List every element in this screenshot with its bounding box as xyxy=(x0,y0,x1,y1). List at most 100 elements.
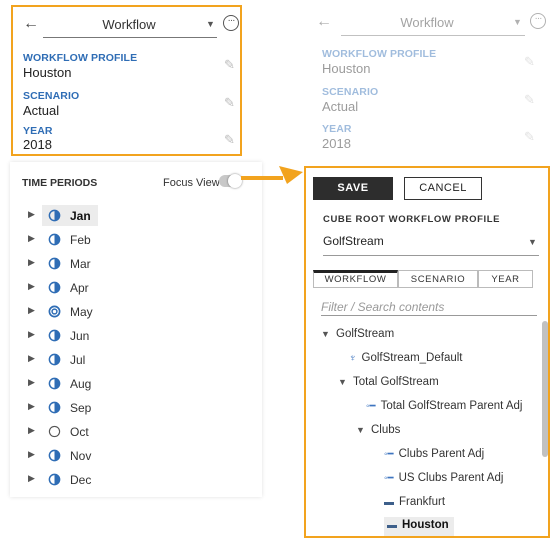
tree-item[interactable]: ◦━ US Clubs Parent Adj xyxy=(384,472,503,492)
expand-triangle-icon[interactable]: ▶ xyxy=(28,209,35,220)
focus-view-toggle[interactable] xyxy=(219,174,242,188)
expand-triangle-icon[interactable]: ▶ xyxy=(28,281,35,292)
tree-item[interactable]: ♆ GolfStream_Default xyxy=(349,352,463,372)
workflow-header: ← Workflow ▼ ··· xyxy=(23,13,239,39)
header-underline xyxy=(341,35,525,36)
expand-triangle-icon[interactable]: ▶ xyxy=(28,257,35,268)
month-row[interactable]: ▶ Jul xyxy=(10,350,262,372)
save-button[interactable]: SAVE xyxy=(313,177,393,200)
workflow-profile-label: WORKFLOW PROFILE xyxy=(23,52,138,64)
month-row[interactable]: ▶ Jun xyxy=(10,326,262,348)
status-half-complete-icon xyxy=(48,329,61,342)
year-label: YEAR xyxy=(322,123,352,135)
expanded-triangle-icon[interactable]: ▼ xyxy=(338,377,353,387)
status-half-complete-icon xyxy=(48,353,61,366)
expand-triangle-icon[interactable]: ▶ xyxy=(28,305,35,316)
tab-year[interactable]: YEAR xyxy=(478,270,533,288)
expand-triangle-icon[interactable]: ▶ xyxy=(28,353,35,364)
tree-item[interactable]: ▼ GolfStream xyxy=(321,328,394,348)
month-row[interactable]: ▶ Oct xyxy=(10,422,262,444)
tree-item[interactable]: ▼ Total GolfStream xyxy=(338,376,439,396)
tree-item-label: GolfStream xyxy=(336,328,395,340)
expand-triangle-icon[interactable]: ▶ xyxy=(28,401,35,412)
expand-triangle-icon[interactable]: ▶ xyxy=(28,449,35,460)
year-value: 2018 xyxy=(322,136,351,151)
select-underline xyxy=(323,255,539,256)
tab-scenario[interactable]: SCENARIO xyxy=(398,270,478,288)
tree-item[interactable]: ▬ Frankfurt xyxy=(384,496,445,516)
edit-pencil-icon[interactable]: ✎ xyxy=(224,132,235,148)
edit-pencil-icon[interactable]: ✎ xyxy=(224,57,235,73)
month-row[interactable]: ▶ Nov xyxy=(10,446,262,468)
adjustment-icon: ◦━ xyxy=(384,449,394,460)
status-in-process-icon xyxy=(48,305,61,318)
month-label: Jul xyxy=(70,353,86,367)
expand-triangle-icon[interactable]: ▶ xyxy=(28,473,35,484)
back-arrow-icon[interactable]: ← xyxy=(23,15,39,33)
more-options-icon[interactable]: ··· xyxy=(530,13,546,29)
chevron-down-icon[interactable]: ▼ xyxy=(528,237,537,247)
tree-item[interactable]: ▼ Clubs xyxy=(356,424,400,444)
month-label: Apr xyxy=(70,281,89,295)
adjustment-icon: ◦━ xyxy=(366,401,376,412)
month-row[interactable]: ▶ Dec xyxy=(10,470,262,492)
scenario-label: SCENARIO xyxy=(322,86,379,98)
edit-pencil-icon[interactable]: ✎ xyxy=(524,129,535,145)
workflow-header: ← Workflow ▼ ··· xyxy=(316,11,548,37)
status-half-complete-icon xyxy=(48,233,61,246)
cancel-button[interactable]: CANCEL xyxy=(404,177,482,200)
back-arrow-icon[interactable]: ← xyxy=(316,13,332,31)
chevron-down-icon[interactable]: ▼ xyxy=(513,17,522,27)
edit-pencil-icon[interactable]: ✎ xyxy=(524,92,535,108)
workflow-profile-label: WORKFLOW PROFILE xyxy=(322,48,437,60)
tree-item[interactable]: ◦━ Total GolfStream Parent Adj xyxy=(366,400,522,420)
cube-root-label: CUBE ROOT WORKFLOW PROFILE xyxy=(323,214,501,225)
cube-root-select[interactable]: GolfStream xyxy=(323,234,384,248)
expanded-triangle-icon[interactable]: ▼ xyxy=(321,329,336,339)
month-row[interactable]: ▶ Jan xyxy=(10,205,262,228)
tree-item-label: Total GolfStream Parent Adj xyxy=(380,400,523,412)
adjustment-icon: ◦━ xyxy=(384,473,394,484)
search-input[interactable] xyxy=(321,298,537,316)
toggle-knob[interactable] xyxy=(228,174,242,188)
chevron-down-icon[interactable]: ▼ xyxy=(206,19,215,29)
edit-pencil-icon[interactable]: ✎ xyxy=(224,95,235,111)
month-row[interactable]: ▶ Feb xyxy=(10,230,262,252)
focus-view-label: Focus View xyxy=(163,177,220,189)
tree-item[interactable]: ◦━ Clubs Parent Adj xyxy=(384,448,484,468)
expand-triangle-icon[interactable]: ▶ xyxy=(28,377,35,388)
tab-bar: WORKFLOW SCENARIO YEAR xyxy=(313,270,545,288)
scrollbar-thumb[interactable] xyxy=(542,321,548,457)
month-row[interactable]: ▶ Apr xyxy=(10,278,262,300)
month-row[interactable]: ▶ Aug xyxy=(10,374,262,396)
status-not-started-icon xyxy=(48,425,61,438)
tree-item-label: Total GolfStream xyxy=(353,376,439,388)
header-title[interactable]: Workflow xyxy=(43,17,215,32)
expand-triangle-icon[interactable]: ▶ xyxy=(28,425,35,436)
workflow-header-panel-faded: ← Workflow ▼ ··· WORKFLOW PROFILE Housto… xyxy=(308,5,548,155)
time-periods-panel: TIME PERIODS Focus View ▶ Jan ▶ Feb ▶ Mar ▶ Apr… xyxy=(10,162,262,497)
expanded-triangle-icon[interactable]: ▼ xyxy=(356,425,371,435)
status-half-complete-icon xyxy=(48,473,61,486)
month-label: May xyxy=(70,305,93,319)
input-profile-icon: ▬ xyxy=(384,497,394,508)
status-half-complete-icon xyxy=(48,401,61,414)
tree-item[interactable]: ▬ Houston xyxy=(384,517,454,536)
workflow-header-panel: ← Workflow ▼ ··· WORKFLOW PROFILE Housto… xyxy=(11,5,242,156)
header-underline xyxy=(43,37,217,38)
year-value: 2018 xyxy=(23,137,52,152)
status-half-complete-icon xyxy=(48,449,61,462)
more-options-icon[interactable]: ··· xyxy=(223,15,239,31)
expand-triangle-icon[interactable]: ▶ xyxy=(28,233,35,244)
expand-triangle-icon[interactable]: ▶ xyxy=(28,329,35,340)
tree-item-label: US Clubs Parent Adj xyxy=(398,472,504,484)
tree-item-label: Houston xyxy=(402,519,449,531)
month-label: Feb xyxy=(70,233,91,247)
month-row[interactable]: ▶ Mar xyxy=(10,254,262,276)
tab-workflow[interactable]: WORKFLOW xyxy=(313,270,398,288)
month-row[interactable]: ▶ Sep xyxy=(10,398,262,420)
edit-pencil-icon[interactable]: ✎ xyxy=(524,54,535,70)
header-title[interactable]: Workflow xyxy=(341,15,513,30)
status-half-complete-icon xyxy=(48,257,61,270)
month-row[interactable]: ▶ May xyxy=(10,302,262,324)
